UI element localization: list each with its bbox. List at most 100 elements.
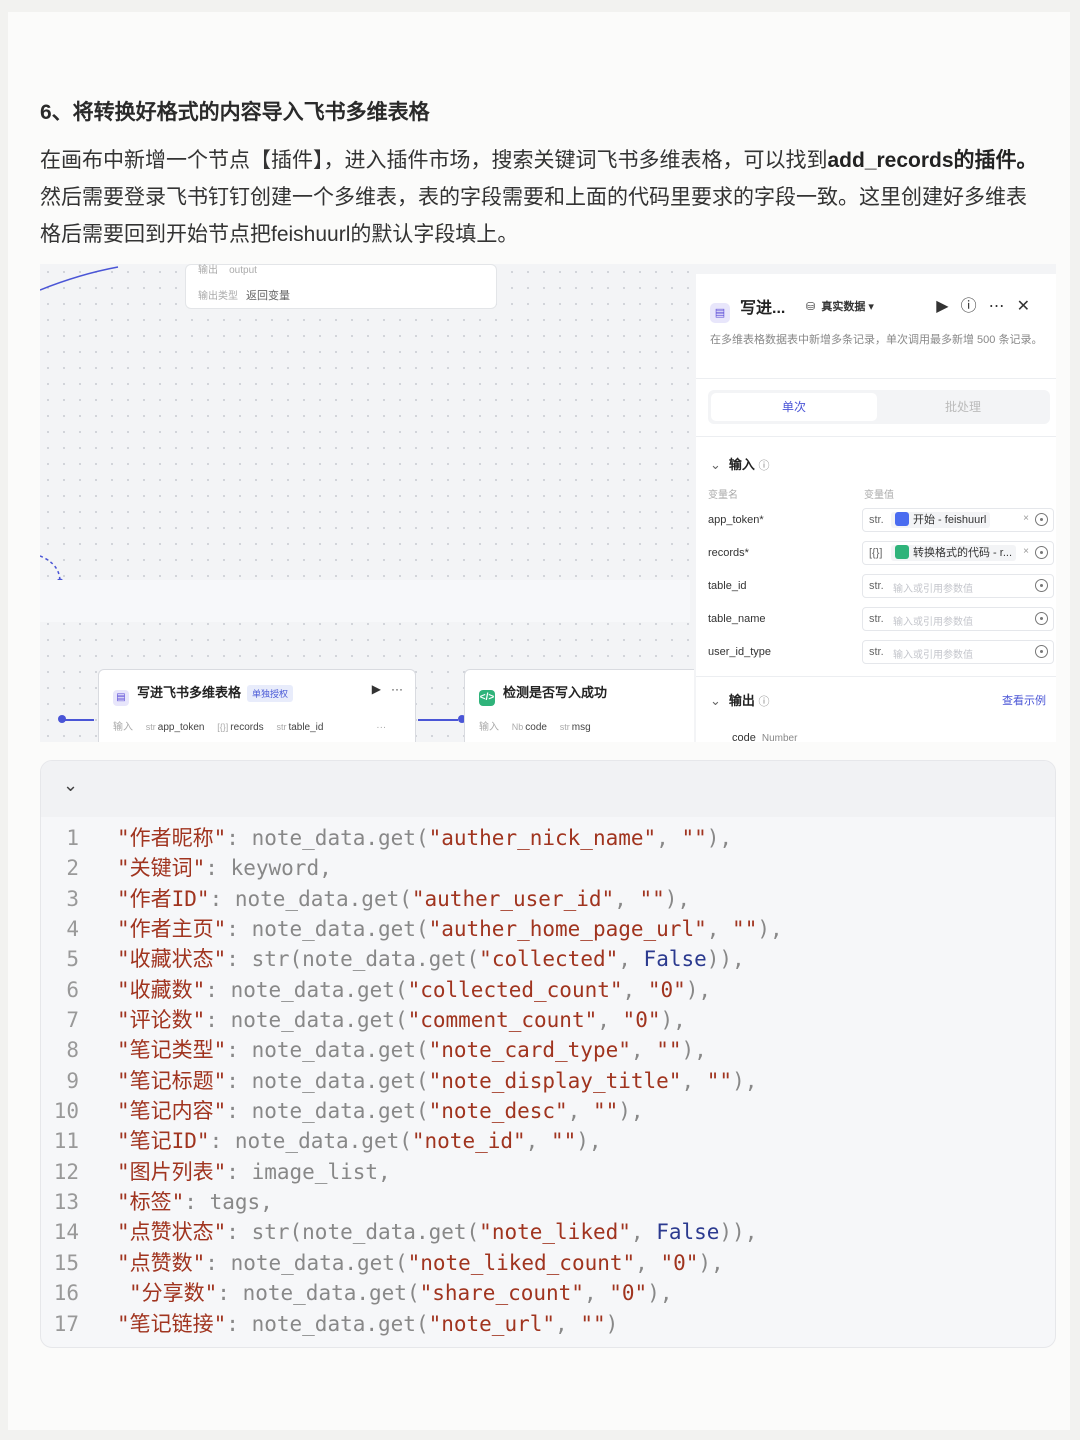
upstream-output-row: 输出 output — [198, 265, 257, 276]
code-text: "作者ID": note_data.get("auther_user_id", … — [117, 886, 691, 911]
col-header-name: 变量名 — [708, 490, 738, 501]
more-icon[interactable]: ⋯ — [989, 298, 1017, 315]
reference-tag[interactable]: 转换格式的代码 - r... — [891, 545, 1016, 561]
chevron-down-icon: ⌄ — [710, 457, 721, 472]
reference-tag[interactable]: 开始 - feishuurl — [891, 512, 991, 528]
bitable-icon: ▤ — [710, 303, 730, 323]
info-icon: ⓘ — [758, 696, 770, 708]
tab-single[interactable]: 单次 — [711, 393, 877, 421]
output-row: code Number — [732, 732, 798, 742]
node-write-inputs: 输入 str app_token [{}] records str table_id … — [113, 722, 387, 733]
node-check-inputs: 输入 Nb code str msg — [479, 722, 591, 733]
run-icon[interactable]: ▶ — [936, 298, 960, 315]
param-row: records* [{}] 转换格式的代码 - r... × — [696, 541, 1056, 567]
info-icon: ⓘ — [758, 460, 770, 472]
line-number: 16 — [53, 1281, 79, 1306]
code-node-icon — [895, 545, 909, 559]
param-name: user_id_type — [708, 646, 771, 658]
code-text: "关键词": keyword, — [117, 856, 332, 881]
divider — [696, 436, 1056, 437]
divider — [696, 676, 1056, 677]
reference-picker-icon[interactable] — [1035, 612, 1048, 625]
reference-picker-icon[interactable] — [1035, 546, 1048, 559]
param-value-field[interactable]: str. 输入或引用参数值 — [862, 574, 1054, 598]
reference-picker-icon[interactable] — [1035, 645, 1048, 658]
param-placeholder: 输入或引用参数值 — [893, 584, 973, 595]
code-line: 1 "作者昵称": note_data.get("auther_nick_name… — [41, 823, 1055, 853]
line-number: 1 — [66, 826, 79, 850]
line-number: 17 — [53, 1311, 79, 1336]
line-number: 9 — [66, 1068, 79, 1093]
code-text: "点赞数": note_data.get("note_liked_count",… — [117, 1250, 724, 1275]
node-config-panel: ▤ 写进... ⛁ 真实数据 ▾ ▶ⓘ⋯✕ 在多维表格数据表中新增多条记录，单次调… — [696, 274, 1056, 742]
chevron-down-icon[interactable]: ⌄ — [63, 775, 78, 796]
code-block: ⌄ 1 "作者昵称": note_data.get("auther_nick_na… — [40, 760, 1056, 1348]
output-section-header[interactable]: ⌄ 输出 ⓘ — [710, 690, 770, 709]
code-line: 13 "标签": tags, — [41, 1187, 1055, 1217]
code-line: 7 "评论数": note_data.get("comment_count", "… — [41, 1005, 1055, 1035]
workflow-canvas[interactable]: 输出 output 输出类型 返回变量 ▤ 写进飞书多维表格 单独授权 ▶ ··· 输… — [40, 264, 1056, 742]
auth-badge[interactable]: 单独授权 — [247, 685, 294, 702]
code-line: 11 "笔记ID": note_data.get("note_id", ""), — [41, 1126, 1055, 1156]
close-icon[interactable]: ✕ — [1017, 298, 1042, 315]
param-name: table_id — [708, 580, 747, 592]
tab-batch[interactable]: 批处理 — [880, 393, 1046, 421]
code-text: "图片列表": image_list, — [117, 1159, 391, 1184]
col-header-value: 变量值 — [864, 490, 894, 501]
code-line: 14 "点赞状态": str(note_data.get("note_liked"… — [41, 1217, 1055, 1247]
param-name: app_token* — [708, 514, 764, 526]
reference-picker-icon[interactable] — [1035, 579, 1048, 592]
line-number: 13 — [53, 1190, 79, 1215]
code-line: 6 "收藏数": note_data.get("collected_count",… — [41, 975, 1055, 1005]
code-line: 17 "笔记链接": note_data.get("note_url", "") — [41, 1309, 1055, 1339]
run-icon[interactable]: ▶ — [372, 682, 381, 696]
code-icon: </> — [479, 690, 495, 706]
param-row: user_id_type str. 输入或引用参数值 — [696, 640, 1056, 666]
line-number: 5 — [66, 947, 79, 972]
code-text: "收藏状态": str(note_data.get("collected", F… — [117, 947, 745, 972]
panel-actions: ▶ⓘ⋯✕ — [936, 292, 1042, 316]
help-icon[interactable]: ⓘ — [961, 298, 989, 315]
code-text: "评论数": note_data.get("comment_count", "0… — [117, 1008, 686, 1033]
chevron-down-icon: ⌄ — [710, 693, 721, 708]
code-line: 16 "分享数": note_data.get("share_count", "0… — [41, 1278, 1055, 1308]
param-name: records* — [708, 547, 749, 559]
view-example-link[interactable]: 查看示例 — [1002, 692, 1046, 708]
param-value-field[interactable]: str. 开始 - feishuurl × — [862, 508, 1054, 532]
start-node-icon — [895, 512, 909, 526]
more-icon[interactable]: ··· — [391, 682, 403, 696]
article-page: 6、将转换好格式的内容导入飞书多维表格 在画布中新增一个节点【插件】，进入插件市… — [8, 12, 1070, 1430]
param-value-field[interactable]: [{}] 转换格式的代码 - r... × — [862, 541, 1054, 565]
edge-arrow-1 — [62, 719, 94, 721]
code-line: 8 "笔记类型": note_data.get("note_card_type",… — [41, 1035, 1055, 1065]
line-number: 14 — [53, 1220, 79, 1245]
edge-arrow-2 — [418, 719, 458, 721]
input-section-header[interactable]: ⌄ 输入 ⓘ — [710, 454, 770, 473]
node-check-write[interactable]: </> 检测是否写入成功 输入 Nb code str msg — [464, 669, 694, 742]
code-lines: 1 "作者昵称": note_data.get("auther_nick_name… — [41, 823, 1055, 1339]
node-write-bitable[interactable]: ▤ 写进飞书多维表格 单独授权 ▶ ··· 输入 str app_token [{}]… — [98, 669, 416, 742]
clear-icon[interactable]: × — [1023, 513, 1029, 524]
code-text: "笔记内容": note_data.get("note_desc", ""), — [117, 1099, 644, 1124]
reference-picker-icon[interactable] — [1035, 513, 1048, 526]
real-data-toggle[interactable]: ⛁ 真实数据 ▾ — [806, 298, 874, 314]
code-text: "笔记ID": note_data.get("note_id", ""), — [117, 1129, 602, 1154]
code-text: "分享数": note_data.get("share_count", "0")… — [129, 1281, 673, 1306]
code-line: 5 "收藏状态": str(note_data.get("collected", … — [41, 944, 1055, 974]
line-number: 3 — [66, 886, 79, 911]
node-check-title: </> 检测是否写入成功 — [479, 682, 607, 706]
param-row: table_id str. 输入或引用参数值 — [696, 574, 1056, 600]
upstream-node[interactable]: 输出 output 输出类型 返回变量 — [185, 264, 497, 309]
canvas-divider — [40, 580, 690, 622]
line-number: 8 — [66, 1038, 79, 1063]
code-line: 12 "图片列表": image_list, — [41, 1157, 1055, 1187]
code-line: 4 "作者主页": note_data.get("auther_home_page… — [41, 914, 1055, 944]
clear-icon[interactable]: × — [1023, 546, 1029, 557]
chevron-down-icon: ▾ — [868, 301, 874, 313]
param-name: table_name — [708, 613, 766, 625]
param-value-field[interactable]: str. 输入或引用参数值 — [862, 607, 1054, 631]
section-heading: 6、将转换好格式的内容导入飞书多维表格 — [40, 101, 430, 124]
edge-dot-1 — [58, 715, 66, 723]
node-write-actions[interactable]: ▶ ··· — [372, 682, 403, 696]
param-value-field[interactable]: str. 输入或引用参数值 — [862, 640, 1054, 664]
